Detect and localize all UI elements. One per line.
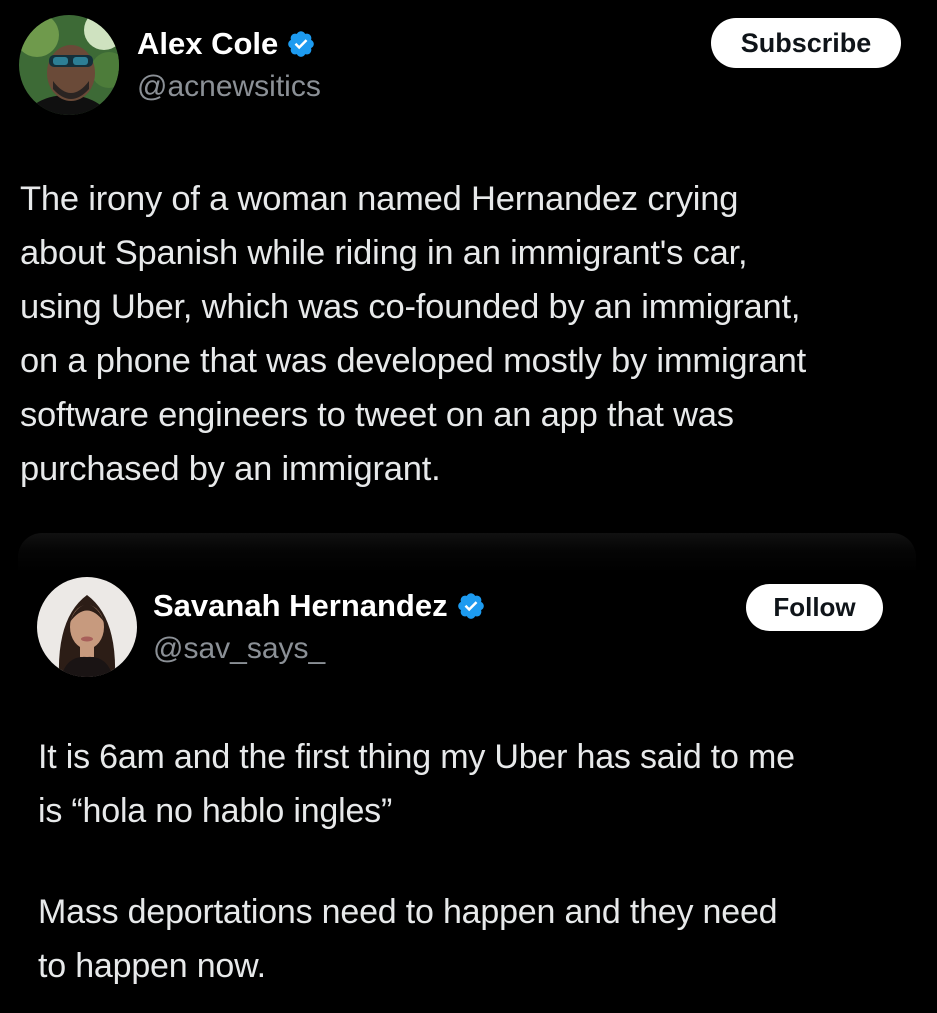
subscribe-button[interactable]: Subscribe	[711, 18, 901, 68]
quoted-author-handle[interactable]: @sav_says_	[153, 632, 325, 666]
author-handle[interactable]: @acnewsitics	[137, 70, 321, 104]
quoted-author-name-row: Savanah Hernandez	[153, 588, 486, 624]
avatar[interactable]	[19, 15, 119, 115]
verified-badge-icon	[456, 591, 486, 621]
follow-button[interactable]: Follow	[746, 584, 883, 631]
author-display-name[interactable]: Alex Cole	[137, 26, 278, 62]
quoted-author-display-name[interactable]: Savanah Hernandez	[153, 588, 448, 624]
author-name-row: Alex Cole	[137, 26, 316, 62]
quoted-post-text: Mass deportations need to happen and the…	[38, 893, 778, 985]
quoted-post-text: It is 6am and the first thing my Uber ha…	[38, 738, 795, 830]
post-text: The irony of a woman named Hernandez cry…	[20, 180, 807, 488]
quoted-author-avatar[interactable]	[37, 577, 137, 677]
verified-badge-icon	[286, 29, 316, 59]
